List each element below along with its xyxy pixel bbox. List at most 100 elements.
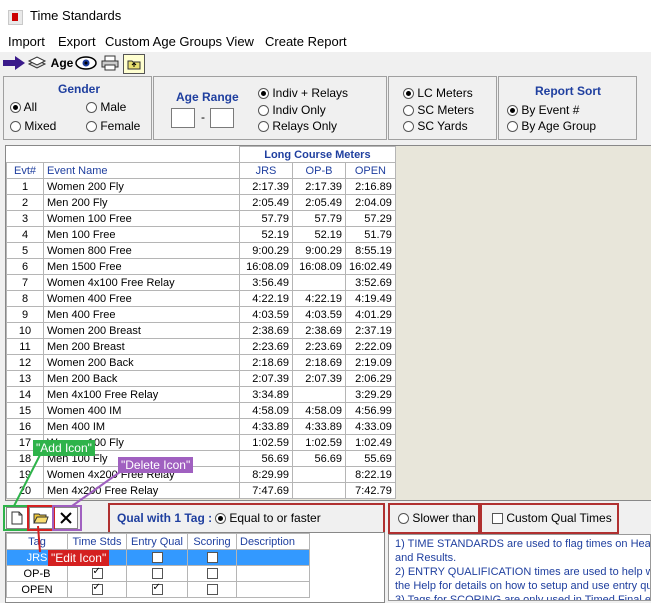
- opb-cell[interactable]: 4:33.89: [292, 418, 346, 435]
- folder-up-icon[interactable]: [123, 54, 145, 74]
- col-opb[interactable]: OP-B: [292, 162, 346, 179]
- event-name-cell[interactable]: Men 4x100 Free Relay: [43, 386, 240, 403]
- by-event-radio[interactable]: By Event #: [507, 103, 579, 117]
- opb-cell[interactable]: [292, 386, 346, 403]
- description-cell[interactable]: [236, 549, 310, 566]
- evt-cell[interactable]: 6: [6, 258, 44, 275]
- opb-cell[interactable]: 52.19: [292, 226, 346, 243]
- opb-cell[interactable]: 57.79: [292, 210, 346, 227]
- description-cell[interactable]: [236, 565, 310, 582]
- arrow-right-icon[interactable]: [3, 54, 25, 72]
- evt-cell[interactable]: 9: [6, 306, 44, 323]
- jrs-cell[interactable]: 16:08.09: [239, 258, 293, 275]
- age-min-input[interactable]: [171, 108, 195, 128]
- jrs-cell[interactable]: 1:02.59: [239, 434, 293, 451]
- opb-cell[interactable]: 4:58.09: [292, 402, 346, 419]
- opb-cell[interactable]: [292, 274, 346, 291]
- open-cell[interactable]: 3:52.69: [345, 274, 396, 291]
- event-name-cell[interactable]: Women 200 Fly: [43, 178, 240, 195]
- radio-mixed[interactable]: [10, 121, 21, 133]
- col-jrs[interactable]: JRS: [239, 162, 293, 179]
- evt-cell[interactable]: 5: [6, 242, 44, 259]
- gender-all-radio[interactable]: All: [10, 100, 37, 114]
- indiv-only-radio[interactable]: Indiv Only: [258, 103, 326, 117]
- col-evt[interactable]: Evt#: [6, 162, 44, 179]
- event-row[interactable]: 2 Men 200 Fly 2:05.49 2:05.49 2:04.09: [6, 194, 396, 211]
- open-cell[interactable]: 16:02.49: [345, 258, 396, 275]
- entry-qual-cell[interactable]: [126, 581, 188, 598]
- radio-sc-yards[interactable]: [403, 121, 414, 133]
- menu-custom-age-groups[interactable]: Custom Age Groups: [105, 34, 222, 49]
- evt-cell[interactable]: 4: [6, 226, 44, 243]
- scoring-check[interactable]: [206, 584, 218, 596]
- opb-cell[interactable]: 4:03.59: [292, 306, 346, 323]
- event-name-cell[interactable]: Women 200 Breast: [43, 322, 240, 339]
- open-cell[interactable]: 7:42.79: [345, 482, 396, 499]
- event-row[interactable]: 10 Women 200 Breast 2:38.69 2:38.69 2:37.19: [6, 322, 396, 339]
- event-row[interactable]: 14 Men 4x100 Free Relay 3:34.89 3:29.29: [6, 386, 396, 403]
- jrs-cell[interactable]: 57.79: [239, 210, 293, 227]
- jrs-cell[interactable]: 2:23.69: [239, 338, 293, 355]
- jrs-cell[interactable]: 52.19: [239, 226, 293, 243]
- event-row[interactable]: 7 Women 4x100 Free Relay 3:56.49 3:52.69: [6, 274, 396, 291]
- event-name-cell[interactable]: Women 4x100 Free Relay: [43, 274, 240, 291]
- age-max-input[interactable]: [210, 108, 234, 128]
- slower-than-radio[interactable]: Slower than: [398, 511, 476, 525]
- col-description[interactable]: Description: [236, 533, 310, 550]
- menu-import[interactable]: Import: [8, 34, 45, 49]
- open-cell[interactable]: 8:22.19: [345, 466, 396, 483]
- evt-cell[interactable]: 16: [6, 418, 44, 435]
- open-cell[interactable]: 2:16.89: [345, 178, 396, 195]
- jrs-cell[interactable]: 2:07.39: [239, 370, 293, 387]
- jrs-cell[interactable]: 2:38.69: [239, 322, 293, 339]
- event-name-cell[interactable]: Men 1500 Free: [43, 258, 240, 275]
- jrs-cell[interactable]: 4:33.89: [239, 418, 293, 435]
- evt-cell[interactable]: 13: [6, 370, 44, 387]
- radio-female[interactable]: [86, 121, 97, 133]
- opb-cell[interactable]: [292, 482, 346, 499]
- evt-cell[interactable]: 7: [6, 274, 44, 291]
- event-row[interactable]: 9 Men 400 Free 4:03.59 4:03.59 4:01.29: [6, 306, 396, 323]
- event-name-cell[interactable]: Men 400 IM: [43, 418, 240, 435]
- event-name-cell[interactable]: Women 400 IM: [43, 402, 240, 419]
- radio-all[interactable]: [10, 102, 21, 114]
- lc-meters-radio[interactable]: LC Meters: [403, 86, 473, 100]
- evt-cell[interactable]: 14: [6, 386, 44, 403]
- opb-cell[interactable]: 4:22.19: [292, 290, 346, 307]
- jrs-cell[interactable]: 4:58.09: [239, 402, 293, 419]
- jrs-cell[interactable]: 8:29.99: [239, 466, 293, 483]
- open-cell[interactable]: 57.29: [345, 210, 396, 227]
- open-cell[interactable]: 4:19.49: [345, 290, 396, 307]
- open-cell[interactable]: 51.79: [345, 226, 396, 243]
- col-event-name[interactable]: Event Name: [43, 162, 240, 179]
- gender-male-radio[interactable]: Male: [86, 100, 126, 114]
- evt-cell[interactable]: 15: [6, 402, 44, 419]
- tag-cell[interactable]: OPEN: [6, 581, 68, 598]
- event-row[interactable]: 16 Men 400 IM 4:33.89 4:33.89 4:33.09: [6, 418, 396, 435]
- evt-cell[interactable]: 12: [6, 354, 44, 371]
- evt-cell[interactable]: 10: [6, 322, 44, 339]
- opb-cell[interactable]: 2:18.69: [292, 354, 346, 371]
- radio-male[interactable]: [86, 102, 97, 114]
- equal-faster-radio[interactable]: Equal to or faster: [215, 511, 321, 525]
- menu-view[interactable]: View: [226, 34, 254, 49]
- event-row[interactable]: 4 Men 100 Free 52.19 52.19 51.79: [6, 226, 396, 243]
- open-cell[interactable]: 55.69: [345, 450, 396, 467]
- time-stds-check[interactable]: [91, 582, 103, 596]
- age-button[interactable]: Age: [50, 54, 74, 72]
- radio-slower-than[interactable]: [398, 513, 409, 525]
- open-cell[interactable]: 2:04.09: [345, 194, 396, 211]
- menu-export[interactable]: Export: [58, 34, 96, 49]
- relays-only-radio[interactable]: Relays Only: [258, 119, 337, 133]
- open-cell[interactable]: 4:56.99: [345, 402, 396, 419]
- by-age-radio[interactable]: By Age Group: [507, 119, 596, 133]
- jrs-cell[interactable]: 4:03.59: [239, 306, 293, 323]
- scoring-cell[interactable]: [187, 581, 237, 598]
- opb-cell[interactable]: 16:08.09: [292, 258, 346, 275]
- jrs-cell[interactable]: 9:00.29: [239, 242, 293, 259]
- event-row[interactable]: 8 Women 400 Free 4:22.19 4:22.19 4:19.49: [6, 290, 396, 307]
- opb-cell[interactable]: 2:07.39: [292, 370, 346, 387]
- event-name-cell[interactable]: Men 100 Free: [43, 226, 240, 243]
- event-name-cell[interactable]: Women 200 Back: [43, 354, 240, 371]
- opb-cell[interactable]: 2:38.69: [292, 322, 346, 339]
